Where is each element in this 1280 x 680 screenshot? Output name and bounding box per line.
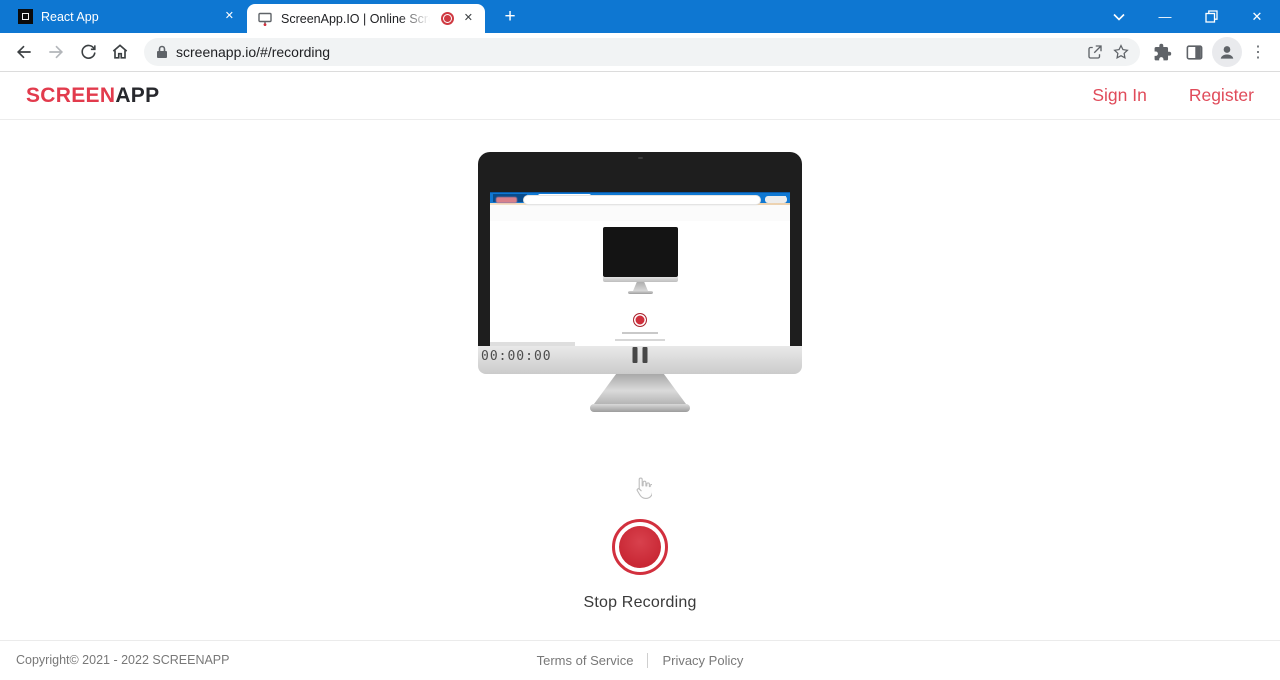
reload-button[interactable] [72, 36, 104, 68]
url-text: screenapp.io/#/recording [176, 44, 331, 60]
site-footer: Copyright© 2021 - 2022 SCREENAPP Terms o… [0, 640, 1280, 679]
monitor-stand [594, 374, 686, 404]
mini-record-button [633, 313, 647, 327]
recording-preview [490, 192, 790, 346]
privacy-policy-link[interactable]: Privacy Policy [662, 653, 743, 668]
mini-stop-label [622, 332, 658, 334]
mini-toolbar [490, 205, 790, 221]
address-bar[interactable]: screenapp.io/#/recording [144, 38, 1140, 66]
tab-react-app[interactable]: React App ✕ [8, 0, 246, 33]
browser-menu-button[interactable]: ⋮ [1244, 42, 1272, 62]
side-panel-icon[interactable] [1178, 36, 1210, 68]
footer-links: Terms of Service Privacy Policy [537, 652, 743, 668]
mini-logo [496, 197, 517, 203]
minimize-button[interactable]: — [1142, 0, 1188, 33]
monitor-base [590, 404, 690, 412]
forward-button[interactable] [40, 36, 72, 68]
tab-recording-icon [440, 12, 454, 25]
react-app-favicon-icon [18, 9, 33, 24]
pause-button[interactable] [632, 347, 648, 363]
logo-part-2: APP [115, 83, 160, 107]
tab-search-chevron-icon[interactable] [1096, 0, 1142, 33]
copyright-text: Copyright© 2021 - 2022 SCREENAPP [16, 653, 230, 667]
recording-timer: 00:00:00 [481, 349, 552, 364]
terms-of-service-link[interactable]: Terms of Service [537, 653, 634, 668]
mini-monitor-stand [633, 282, 648, 291]
mini-monitor-base [628, 291, 653, 294]
tab-close-icon[interactable]: ✕ [223, 9, 236, 24]
sign-in-link[interactable]: Sign In [1092, 85, 1146, 106]
mini-monitor-chin [603, 277, 678, 282]
new-tab-button[interactable]: + [498, 5, 522, 29]
tab-close-icon[interactable]: ✕ [462, 11, 475, 26]
footer-divider [647, 652, 649, 668]
back-button[interactable] [8, 36, 40, 68]
site-nav: Sign In Register [1092, 85, 1254, 106]
restore-button[interactable] [1188, 0, 1234, 33]
screenapp-logo[interactable]: SCREENAPP [26, 84, 159, 108]
bookmark-star-icon[interactable] [1112, 43, 1130, 61]
mini-monitor [603, 227, 678, 277]
hand-cursor-icon [633, 475, 652, 500]
mini-address-bar [523, 195, 761, 205]
profile-avatar[interactable] [1212, 37, 1242, 67]
share-icon[interactable] [1086, 43, 1104, 61]
tab-title: React App [41, 9, 99, 24]
screenapp-monitor-favicon-icon [257, 11, 273, 27]
monitor-illustration: 00:00:00 [478, 152, 802, 374]
stop-recording-label: Stop Recording [583, 594, 697, 611]
tab-screenapp[interactable]: ScreenApp.IO | Online Screen ✕ [247, 4, 485, 33]
browser-toolbar: screenapp.io/#/recording ⋮ [0, 33, 1280, 72]
tab-title: ScreenApp.IO | Online Screen [281, 11, 433, 26]
extensions-puzzle-icon[interactable] [1146, 36, 1178, 68]
mini-nav-links [765, 196, 787, 203]
stop-recording-button[interactable] [612, 519, 668, 575]
home-button[interactable] [104, 36, 136, 68]
logo-part-1: SCREEN [26, 83, 116, 107]
mini-pause-row [615, 339, 665, 341]
browser-titlebar: React App ✕ ScreenApp.IO | Online Screen… [0, 0, 1280, 33]
site-header: SCREENAPP Sign In Register [0, 72, 1280, 120]
lock-icon [156, 45, 168, 59]
register-link[interactable]: Register [1189, 85, 1254, 106]
close-window-button[interactable]: ✕ [1234, 0, 1280, 33]
recording-page: 00:00:00 Stop Recording [0, 120, 1280, 640]
window-controls: — ✕ [1096, 0, 1280, 33]
